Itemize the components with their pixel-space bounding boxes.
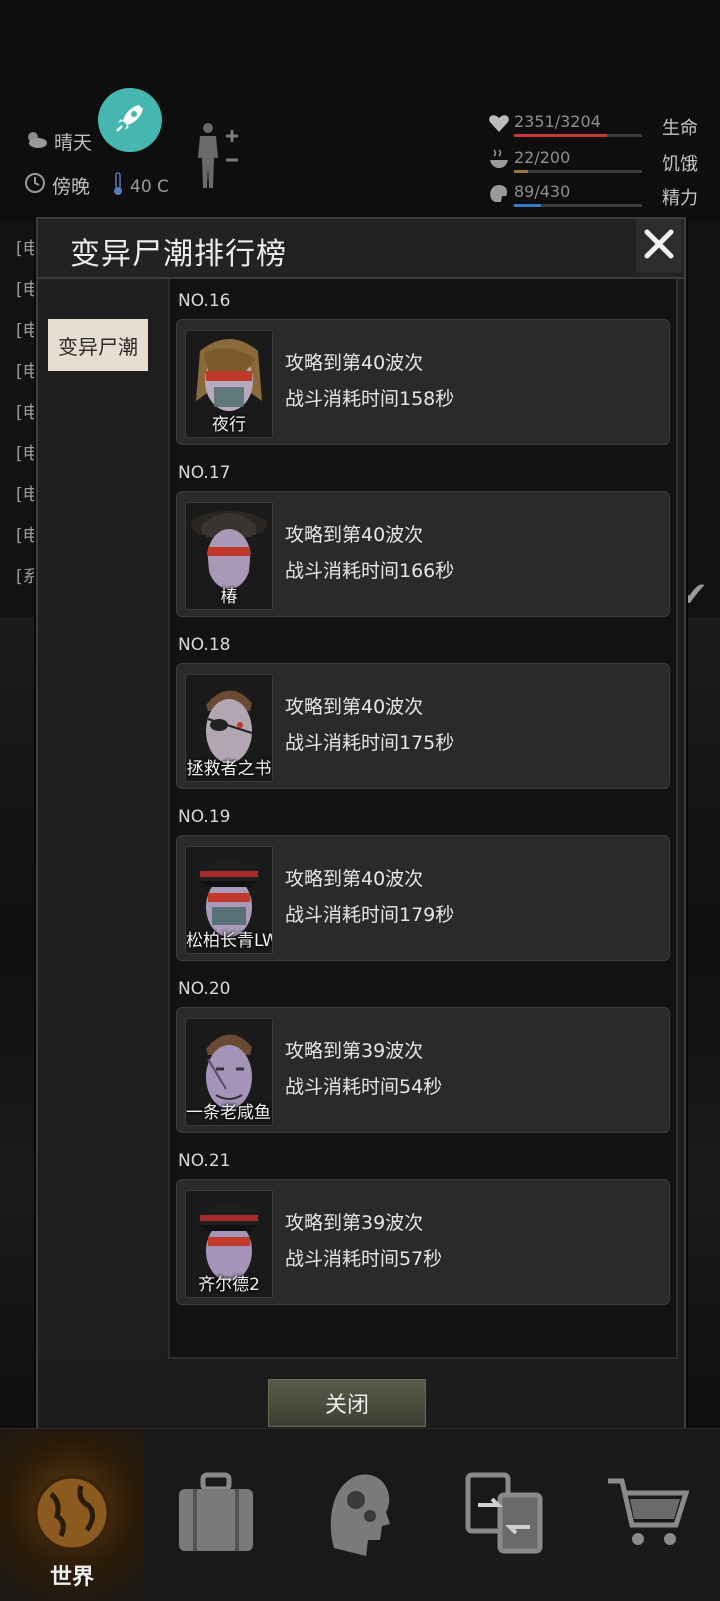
nav-skills[interactable] xyxy=(288,1429,432,1601)
time-text: 战斗消耗时间54秒 xyxy=(285,1076,443,1098)
nav-shop[interactable] xyxy=(576,1429,720,1601)
wave-text: 攻略到第40波次 xyxy=(285,868,424,890)
ranking-entry: NO.18 拯救者之书 攻略到第40波次 战斗消耗时间175秒 xyxy=(170,623,676,793)
close-x-button[interactable] xyxy=(636,219,682,273)
nav-inventory[interactable] xyxy=(144,1429,288,1601)
player-name: 一条老咸鱼干 xyxy=(186,1103,272,1123)
temperature-indicator: 40 C xyxy=(112,172,169,201)
head-gears-icon xyxy=(324,1468,396,1562)
modal-footer: 关闭 xyxy=(38,1359,684,1432)
nav-trade[interactable] xyxy=(432,1429,576,1601)
ranking-card[interactable]: 夜行 攻略到第40波次 战斗消耗时间158秒 xyxy=(176,319,670,445)
nav-world-label: 世界 xyxy=(49,1565,94,1590)
rank-label: NO.16 xyxy=(178,291,231,311)
close-button[interactable]: 关闭 xyxy=(266,1377,428,1429)
close-icon xyxy=(643,228,675,264)
ranking-card[interactable]: 拯救者之书 攻略到第40波次 战斗消耗时间175秒 xyxy=(176,663,670,789)
modal-header: 变异尸潮排行榜 xyxy=(38,219,684,279)
body-status-button[interactable] xyxy=(196,122,240,194)
life-bar xyxy=(514,134,642,137)
ranking-list[interactable]: NO.16 夜行 攻略到第40波次 战斗消耗时间158秒 NO.17 椿 攻略到… xyxy=(168,279,678,1359)
time-text: 傍晚 xyxy=(52,176,91,198)
hunger-label: 饥饿 xyxy=(662,154,698,175)
rocket-icon xyxy=(113,101,147,139)
time-text: 战斗消耗时间179秒 xyxy=(285,904,455,926)
life-stat: 2351/3204 生命 xyxy=(488,112,720,146)
nav-world[interactable]: 世界 xyxy=(0,1429,144,1601)
wave-text: 攻略到第40波次 xyxy=(285,696,424,718)
exchange-icon xyxy=(464,1471,544,1559)
bottom-nav: 世界 xyxy=(0,1428,720,1601)
time-text: 战斗消耗时间158秒 xyxy=(285,388,455,410)
ranking-card[interactable]: 松柏长青LWB 攻略到第40波次 战斗消耗时间179秒 xyxy=(176,835,670,961)
ranking-entry: NO.16 夜行 攻略到第40波次 战斗消耗时间158秒 xyxy=(170,279,676,449)
ranking-entry: NO.19 松柏长青LWB 攻略到第40波次 战斗消耗时间179秒 xyxy=(170,795,676,965)
ranking-entry: NO.17 椿 攻略到第40波次 战斗消耗时间166秒 xyxy=(170,451,676,621)
rank-label: NO.20 xyxy=(178,979,231,999)
category-sidebar: 变异尸潮 xyxy=(38,279,166,1359)
rank-label: NO.21 xyxy=(178,1151,231,1171)
temperature-text: 40 C xyxy=(130,176,169,197)
rank-label: NO.19 xyxy=(178,807,231,827)
leaderboard-modal: 变异尸潮排行榜 变异尸潮 NO.16 夜行 攻略到第40波次 战斗消耗时间158… xyxy=(36,217,686,1434)
hunger-value: 22/200 xyxy=(514,148,571,167)
ranking-card[interactable]: 齐尔德2 攻略到第39波次 战斗消耗时间57秒 xyxy=(176,1179,670,1305)
heart-icon xyxy=(488,112,510,138)
energy-bar xyxy=(514,204,642,207)
ranking-entry: NO.21 齐尔德2 攻略到第39波次 战斗消耗时间57秒 xyxy=(170,1139,676,1309)
brain-icon xyxy=(488,182,510,208)
wave-text: 攻略到第40波次 xyxy=(285,524,424,546)
energy-value: 89/430 xyxy=(514,182,571,201)
player-name: 松柏长青LWB xyxy=(186,931,272,951)
ranking-card[interactable]: 椿 攻略到第40波次 战斗消耗时间166秒 xyxy=(176,491,670,617)
time-indicator: 傍晚 xyxy=(24,172,90,199)
weather-text: 晴天 xyxy=(54,132,93,154)
rank-label: NO.18 xyxy=(178,635,231,655)
cart-icon xyxy=(606,1475,690,1555)
body-silhouette-icon xyxy=(196,123,240,194)
player-name: 拯救者之书 xyxy=(186,759,272,779)
life-label: 生命 xyxy=(662,118,698,139)
backpack-icon xyxy=(175,1471,257,1559)
player-avatar: 一条老咸鱼干 xyxy=(185,1018,273,1126)
player-avatar: 椿 xyxy=(185,502,273,610)
hunger-stat: 22/200 饥饿 xyxy=(488,148,720,182)
ranking-entry: NO.20 一条老咸鱼干 攻略到第39波次 战斗消耗时间54秒 xyxy=(170,967,676,1137)
status-header: 晴天 傍晚 40 C 2351/3204 生命 22/200 饥饿 89/430… xyxy=(0,0,720,222)
player-avatar: 齐尔德2 xyxy=(185,1190,273,1298)
player-name: 椿 xyxy=(220,587,238,607)
wave-text: 攻略到第39波次 xyxy=(285,1212,424,1234)
rank-label: NO.17 xyxy=(178,463,231,483)
clock-icon xyxy=(24,172,46,199)
energy-label: 精力 xyxy=(662,188,698,209)
hunger-bar xyxy=(514,170,642,173)
cloud-sun-icon xyxy=(24,130,48,153)
wave-text: 攻略到第39波次 xyxy=(285,1040,424,1062)
modal-title: 变异尸潮排行榜 xyxy=(70,237,287,272)
player-avatar: 拯救者之书 xyxy=(185,674,273,782)
life-value: 2351/3204 xyxy=(514,112,601,131)
tab-mutant-horde[interactable]: 变异尸潮 xyxy=(48,319,148,371)
globe-icon xyxy=(31,1472,113,1558)
player-avatar: 松柏长青LWB xyxy=(185,846,273,954)
time-text: 战斗消耗时间166秒 xyxy=(285,560,455,582)
weather-indicator: 晴天 xyxy=(24,128,92,155)
rocket-button[interactable] xyxy=(98,88,162,152)
food-bowl-icon xyxy=(488,148,510,174)
player-name: 齐尔德2 xyxy=(198,1275,260,1295)
wave-text: 攻略到第40波次 xyxy=(285,352,424,374)
energy-stat: 89/430 精力 xyxy=(488,182,720,216)
ranking-card[interactable]: 一条老咸鱼干 攻略到第39波次 战斗消耗时间54秒 xyxy=(176,1007,670,1133)
player-avatar: 夜行 xyxy=(185,330,273,438)
thermometer-icon xyxy=(112,172,124,201)
player-name: 夜行 xyxy=(212,415,246,435)
time-text: 战斗消耗时间175秒 xyxy=(285,732,455,754)
time-text: 战斗消耗时间57秒 xyxy=(285,1248,443,1270)
